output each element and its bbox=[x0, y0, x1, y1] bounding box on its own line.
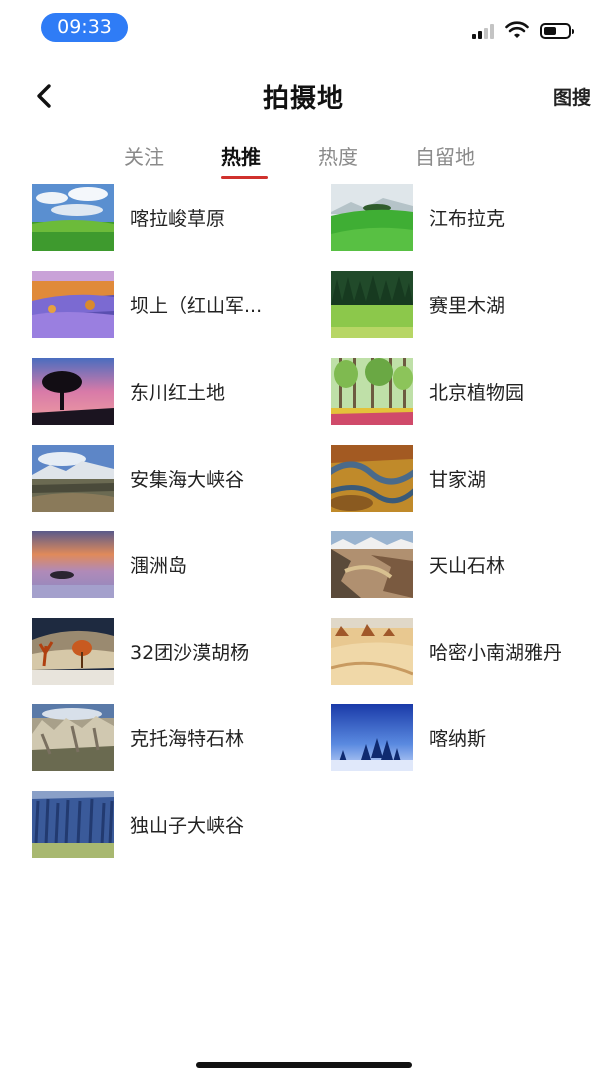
location-thumbnail bbox=[32, 618, 114, 685]
location-name: 喀拉峻草原 bbox=[130, 208, 226, 230]
location-item[interactable]: 安集海大峡谷 bbox=[32, 445, 312, 513]
location-name: 哈密小南湖雅丹 bbox=[429, 642, 563, 664]
location-item[interactable]: 赛里木湖 bbox=[331, 271, 607, 339]
location-item[interactable]: 克托海特石林 bbox=[32, 704, 312, 772]
location-name: 喀纳斯 bbox=[429, 728, 487, 750]
location-item[interactable]: 坝上（红山军... bbox=[32, 271, 312, 339]
location-name: 北京植物园 bbox=[429, 382, 525, 404]
location-thumbnail bbox=[331, 445, 413, 512]
location-name: 独山子大峡谷 bbox=[130, 815, 245, 837]
location-item[interactable]: 32团沙漠胡杨 bbox=[32, 618, 312, 686]
location-thumbnail bbox=[32, 445, 114, 512]
tab-hot-recommend[interactable]: 热推 bbox=[221, 141, 261, 170]
location-item[interactable]: 东川红土地 bbox=[32, 358, 312, 426]
status-time: 09:33 bbox=[41, 13, 128, 42]
location-item[interactable]: 北京植物园 bbox=[331, 358, 607, 426]
location-name: 天山石林 bbox=[429, 555, 506, 577]
location-thumbnail bbox=[331, 184, 413, 251]
location-item[interactable]: 涠洲岛 bbox=[32, 531, 312, 599]
cellular-signal-icon bbox=[472, 24, 498, 39]
location-name: 涠洲岛 bbox=[130, 555, 188, 577]
tab-following[interactable]: 关注 bbox=[124, 141, 164, 170]
location-name: 江布拉克 bbox=[429, 208, 506, 230]
location-item[interactable]: 哈密小南湖雅丹 bbox=[331, 618, 607, 686]
location-name: 东川红土地 bbox=[130, 382, 226, 404]
location-thumbnail bbox=[32, 791, 114, 858]
location-thumbnail bbox=[331, 358, 413, 425]
nav-bar: 拍摄地 图搜 bbox=[0, 70, 607, 122]
location-thumbnail bbox=[331, 271, 413, 338]
location-name: 甘家湖 bbox=[429, 469, 487, 491]
location-item[interactable]: 喀纳斯 bbox=[331, 704, 607, 772]
tab-popularity[interactable]: 热度 bbox=[318, 141, 358, 170]
location-name: 坝上（红山军... bbox=[130, 295, 263, 317]
location-item[interactable]: 甘家湖 bbox=[331, 445, 607, 513]
wifi-icon bbox=[505, 21, 529, 38]
status-bar: 09:33 bbox=[0, 0, 607, 56]
location-name: 克托海特石林 bbox=[130, 728, 245, 750]
battery-icon bbox=[540, 23, 574, 39]
location-thumbnail bbox=[32, 358, 114, 425]
location-item[interactable]: 江布拉克 bbox=[331, 184, 607, 252]
location-thumbnail bbox=[32, 531, 114, 598]
location-thumbnail bbox=[331, 704, 413, 771]
location-name: 32团沙漠胡杨 bbox=[130, 642, 250, 664]
location-thumbnail bbox=[32, 704, 114, 771]
page-title: 拍摄地 bbox=[262, 84, 344, 114]
location-item[interactable]: 喀拉峻草原 bbox=[32, 184, 312, 252]
location-name: 安集海大峡谷 bbox=[130, 469, 245, 491]
location-item[interactable]: 独山子大峡谷 bbox=[32, 791, 312, 859]
home-indicator[interactable] bbox=[196, 1062, 412, 1068]
location-thumbnail bbox=[331, 531, 413, 598]
location-thumbnail bbox=[32, 271, 114, 338]
location-name: 赛里木湖 bbox=[429, 295, 506, 317]
tab-my-spots[interactable]: 自留地 bbox=[415, 141, 475, 170]
active-tab-indicator bbox=[221, 176, 268, 179]
image-search-button[interactable]: 图搜 bbox=[553, 83, 591, 110]
location-thumbnail bbox=[32, 184, 114, 251]
location-thumbnail bbox=[331, 618, 413, 685]
location-item[interactable]: 天山石林 bbox=[331, 531, 607, 599]
tab-bar: 关注 热推 热度 自留地 bbox=[0, 138, 607, 182]
